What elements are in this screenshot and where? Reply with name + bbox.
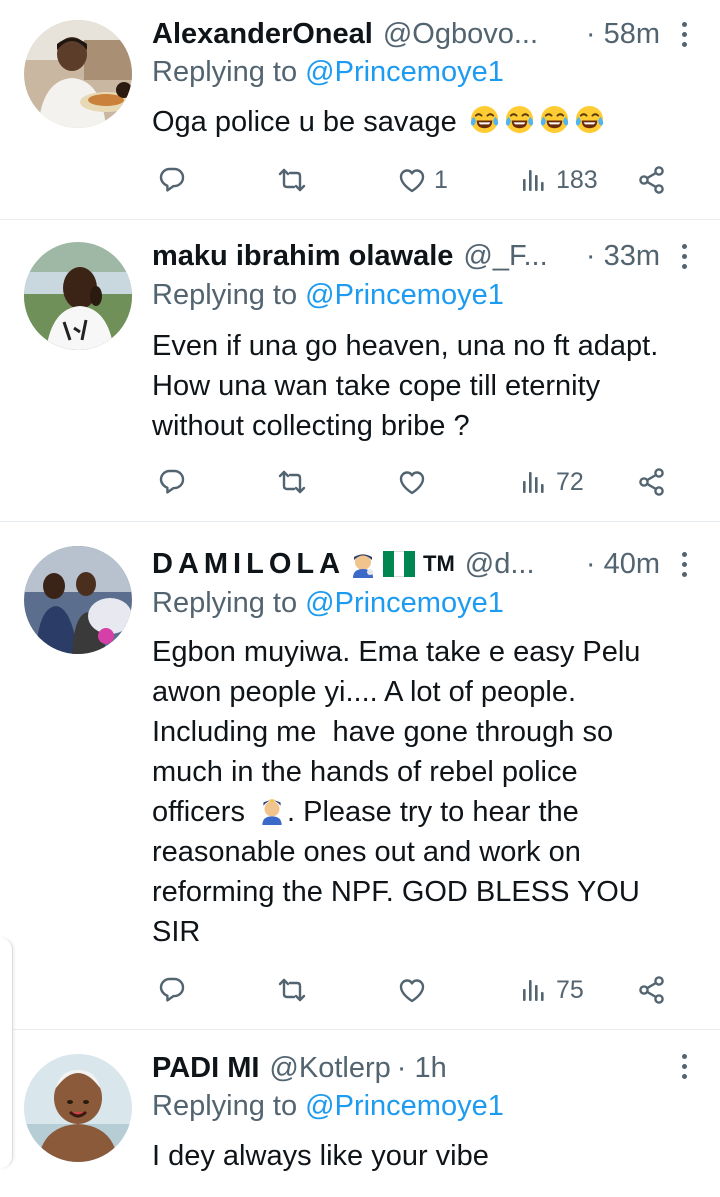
action-bar: 1 183 [152,160,692,200]
share-button[interactable] [636,462,668,502]
retweet-button[interactable] [276,160,308,200]
like-icon [399,979,425,1003]
laughing-crying-emoji [504,104,534,135]
mention-link[interactable]: @Princemoye1 [305,1090,504,1122]
replying-to-line: Replying to @Princemoye1 [152,1090,504,1123]
avatar-photo [24,546,132,654]
share-icon [639,976,664,1004]
tweet-text: Egbon muyiwa. Ema take e easy Pelu awon … [152,632,700,952]
tweet-text: Even if una go heaven, una no ft adapt. … [152,330,659,442]
user-handle[interactable]: @Kotlerp [269,1052,390,1085]
more-icon[interactable] [676,236,692,276]
replying-to-line: Replying to @Princemoye1 [152,279,504,312]
view-count: 75 [556,975,584,1004]
reply-icon [159,167,185,192]
tweet-header: DAMILOLA TM @d... · 40m [152,544,660,584]
avatar[interactable] [24,1054,132,1162]
tweet-card[interactable]: maku ibrahim olawale @_F... · 33m Replyi… [0,220,720,522]
replying-to-label: Replying to [152,279,298,311]
like-button[interactable]: 1 [396,160,448,200]
police-officer-emoji [262,799,282,825]
avatar[interactable] [24,242,132,350]
retweet-button[interactable] [276,970,308,1010]
avatar-photo [24,20,132,128]
replying-to-label: Replying to [152,1090,298,1122]
like-icon [399,169,425,193]
views-icon [523,980,544,1001]
reply-icon [159,469,185,494]
reply-button[interactable] [156,160,188,200]
mention-link[interactable]: @Princemoye1 [305,587,504,619]
laughing-crying-emoji [574,104,604,135]
trademark-label: TM [423,551,455,576]
timestamp[interactable]: · 1h [397,1052,447,1085]
views-button[interactable]: 72 [518,462,584,502]
view-count: 72 [556,467,584,496]
user-handle[interactable]: @d... [465,548,535,581]
retweet-icon [278,470,306,494]
more-icon[interactable] [676,544,692,584]
tweet-card[interactable]: DAMILOLA TM @d... · 40m Replying to @Pri… [0,522,720,1030]
avatar[interactable] [24,546,132,654]
display-name[interactable]: AlexanderOneal [152,18,373,51]
timestamp[interactable]: · 33m [576,240,660,273]
replying-to-line: Replying to @Princemoye1 [152,587,504,620]
share-icon [639,468,664,496]
mention-link[interactable]: @Princemoye1 [305,279,504,311]
tweet-header: AlexanderOneal @Ogbovo... · 58m [152,14,660,54]
share-button[interactable] [636,970,668,1010]
tweet-header: maku ibrahim olawale @_F... · 33m [152,236,660,276]
action-bar: 75 [152,970,692,1010]
display-name[interactable]: DAMILOLA [152,548,345,581]
laughing-crying-emoji [469,104,499,135]
tweet-text-content: Oga police u be savage [152,106,457,138]
like-count: 1 [434,165,448,194]
user-handle[interactable]: @_F... [463,240,547,273]
like-button[interactable] [396,970,428,1010]
more-icon[interactable] [676,1046,692,1086]
reply-icon [159,977,185,1002]
display-name[interactable]: PADI MI [152,1052,259,1085]
tweet-header: PADI MI @Kotlerp · 1h [152,1048,660,1088]
view-count: 183 [556,165,598,194]
timestamp[interactable]: · 40m [576,548,660,581]
share-icon [639,166,664,194]
side-panel-edge[interactable] [0,938,13,1168]
replying-to-label: Replying to [152,56,298,88]
views-icon [523,170,544,191]
nigeria-flag [383,551,416,577]
avatar-photo [24,1054,132,1162]
avatar[interactable] [24,20,132,128]
display-name[interactable]: maku ibrahim olawale [152,240,453,273]
more-icon[interactable] [676,14,692,54]
tweet-card[interactable]: AlexanderOneal @Ogbovo... · 58m Replying… [0,0,720,220]
like-icon [399,471,425,495]
laughing-crying-emoji [539,104,569,135]
retweet-icon [278,168,306,192]
timestamp[interactable]: · 58m [576,18,660,51]
avatar-photo [24,242,132,350]
share-button[interactable] [636,160,668,200]
replying-to-label: Replying to [152,587,298,619]
police-officer-emoji [353,554,374,578]
mention-link[interactable]: @Princemoye1 [305,56,504,88]
tweet-card[interactable]: PADI MI @Kotlerp · 1h Replying to @Princ… [0,1030,720,1197]
tweet-text: I dey always like your vibe [152,1140,489,1172]
views-button[interactable]: 183 [518,160,598,200]
retweet-icon [278,978,306,1002]
reply-button[interactable] [156,462,188,502]
like-button[interactable] [396,462,428,502]
action-bar: 72 [152,462,692,502]
user-handle[interactable]: @Ogbovo... [383,18,538,51]
views-icon [523,472,544,493]
reply-button[interactable] [156,970,188,1010]
tweet-text: Oga police u be savage 😂😂😂😂 [152,102,700,142]
views-button[interactable]: 75 [518,970,584,1010]
retweet-button[interactable] [276,462,308,502]
replying-to-line: Replying to @Princemoye1 [152,56,504,89]
